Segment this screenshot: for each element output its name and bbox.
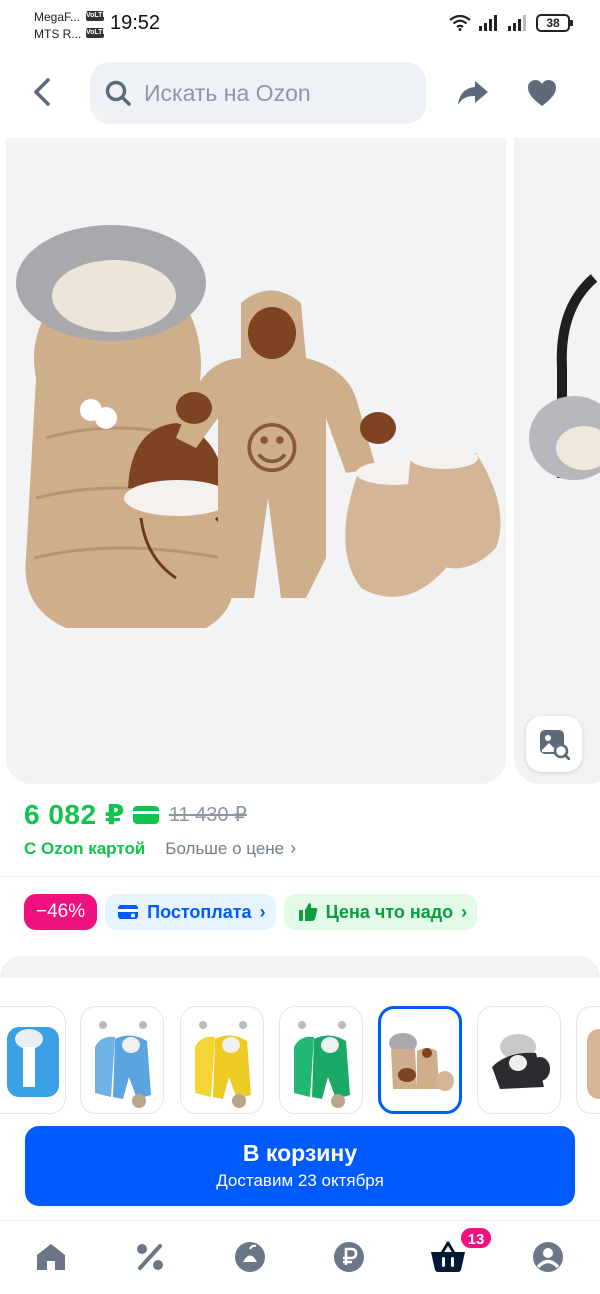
product-image: ☺ — [16, 225, 501, 628]
ozon-card-label: С Ozon картой — [24, 838, 146, 858]
search-icon — [105, 80, 131, 106]
battery-indicator: 38 — [536, 14, 573, 32]
good-price-badge[interactable]: Цена что надо › — [283, 894, 478, 930]
price-row: 6 082 ₽ 11 430 ₽ — [24, 798, 247, 831]
heart-icon — [528, 80, 556, 106]
status-bar: MegaF... VoLTE MTS R... VoLTE 19:52 38 — [0, 0, 600, 50]
variant-image — [7, 1027, 59, 1097]
variant-thumb-black[interactable] — [477, 1006, 561, 1114]
variant-thumb-beige-selected[interactable] — [378, 1006, 462, 1114]
cart-icon — [431, 1241, 465, 1272]
svg-text:☺: ☺ — [243, 417, 301, 482]
ruble-icon — [334, 1242, 364, 1272]
chevron-right-icon: › — [259, 901, 266, 922]
nav-finance[interactable] — [331, 1239, 367, 1275]
product-photo[interactable]: ☺ — [6, 138, 506, 784]
nav-fresh[interactable] — [232, 1239, 268, 1275]
image-search-button[interactable] — [526, 716, 582, 772]
variant-image — [492, 1034, 550, 1089]
old-price: 11 430 ₽ — [168, 804, 247, 826]
add-to-cart-button[interactable]: В корзину Доставим 23 октября — [25, 1126, 575, 1206]
variant-image — [389, 1033, 454, 1091]
good-price-label: Цена что надо — [325, 901, 454, 922]
system-icons: 38 — [449, 14, 573, 32]
home-icon — [37, 1244, 65, 1270]
favorite-button[interactable] — [522, 72, 562, 114]
variant-image — [195, 1021, 251, 1108]
price: 6 082 ₽ — [24, 799, 125, 830]
variant-thumb-blue[interactable] — [80, 1006, 164, 1114]
product-image — [529, 274, 600, 480]
variant-image — [294, 1021, 350, 1108]
share-icon — [458, 81, 488, 105]
badges-row: −46% Постоплата › Цена что надо › — [24, 894, 478, 930]
nav-profile[interactable] — [530, 1239, 566, 1275]
ozon-card-icon — [132, 805, 159, 824]
wallet-icon — [118, 905, 139, 919]
back-button[interactable] — [22, 70, 62, 114]
postpay-label: Постоплата — [147, 901, 252, 922]
share-button[interactable] — [452, 72, 494, 114]
variant-image — [587, 1029, 600, 1099]
ozon-card-row[interactable]: С Ozon картой Больше о цене › — [24, 838, 296, 859]
nav-discounts[interactable] — [132, 1239, 168, 1275]
carrier-2: MTS R... — [34, 27, 82, 41]
chevron-right-icon: › — [461, 901, 468, 922]
delivery-date: Доставим 23 октября — [216, 1171, 384, 1190]
variant-image — [95, 1021, 151, 1108]
search-placeholder: Искать на Ozon — [144, 79, 311, 106]
postpay-badge[interactable]: Постоплата › — [105, 894, 276, 930]
carrier-1: MegaF... — [34, 10, 81, 24]
clock: 19:52 — [110, 12, 161, 34]
variant-thumb-beige[interactable] — [576, 1006, 600, 1114]
divider — [0, 876, 600, 877]
product-gallery[interactable]: ☺ — [0, 138, 600, 786]
top-bar: Искать на Ozon — [0, 54, 600, 132]
chevron-left-icon — [34, 78, 50, 106]
nav-home[interactable] — [33, 1239, 69, 1275]
fresh-icon — [235, 1242, 265, 1272]
variant-thumb-blue[interactable] — [0, 1006, 66, 1114]
wifi-icon — [449, 15, 471, 31]
volte-icon: VoLTE — [86, 11, 108, 21]
more-about-price-link[interactable]: Больше о цене — [165, 839, 284, 859]
image-search-icon — [540, 730, 570, 760]
discount-badge: −46% — [24, 894, 98, 930]
variant-thumb-yellow[interactable] — [180, 1006, 264, 1114]
product-photo-next[interactable] — [514, 138, 600, 784]
bottom-navigation — [0, 1220, 600, 1294]
profile-icon — [533, 1242, 563, 1272]
variant-thumb-green[interactable] — [279, 1006, 363, 1114]
percent-icon — [137, 1244, 163, 1270]
cart-count-badge: 13 — [459, 1226, 493, 1250]
thumbs-up-icon — [298, 903, 317, 921]
signal-icon — [508, 15, 526, 31]
signal-icon — [479, 15, 497, 31]
search-input[interactable]: Искать на Ozon — [90, 62, 426, 124]
variant-selector[interactable] — [0, 1000, 600, 1120]
volte-icon: VoLTE — [86, 28, 108, 38]
chevron-right-icon: › — [290, 838, 297, 858]
add-to-cart-label: В корзину — [242, 1140, 358, 1166]
section-separator — [0, 956, 600, 978]
